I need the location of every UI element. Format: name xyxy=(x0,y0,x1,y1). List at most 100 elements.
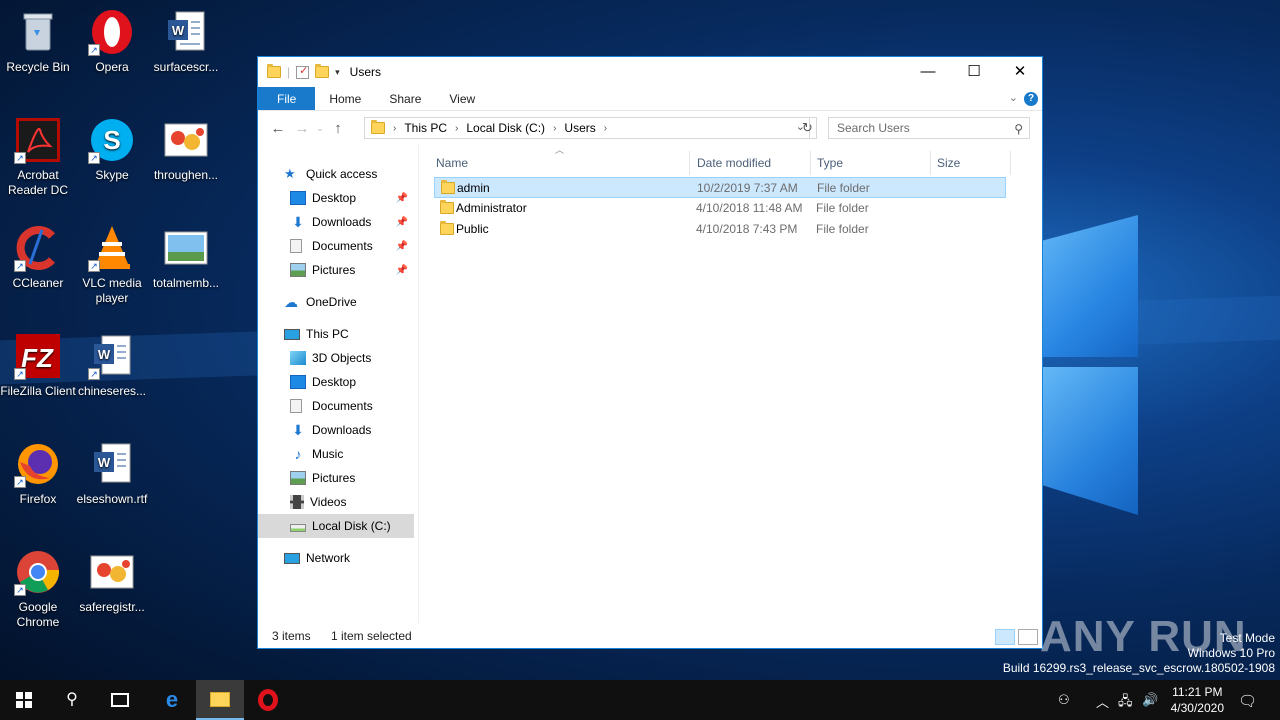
navigation-pane: ★ Quick access Desktop 📌 ⬇ Downloads 📌 D… xyxy=(258,145,418,623)
nav-quick-pictures[interactable]: Pictures 📌 xyxy=(258,258,414,282)
nav-network[interactable]: Network xyxy=(258,546,414,570)
status-bar: 3 items 1 item selected xyxy=(258,624,1042,648)
nav-quick-documents[interactable]: Documents 📌 xyxy=(258,234,414,258)
nav-desktop[interactable]: Desktop xyxy=(258,370,414,394)
nav-local-disk[interactable]: Local Disk (C:) xyxy=(258,514,414,538)
desktop-icon-saferegistr[interactable]: saferegistr... xyxy=(74,548,150,615)
nav-music[interactable]: ♪ Music xyxy=(258,442,414,466)
nav-documents[interactable]: Documents xyxy=(258,394,414,418)
breadcrumb-separator-icon[interactable]: › xyxy=(455,123,458,134)
folder-icon xyxy=(440,200,454,214)
nav-label: Videos xyxy=(310,495,347,509)
desktop-icon-chineseres[interactable]: W ↗ chineseres... xyxy=(74,332,150,399)
column-header-date-modified[interactable]: Date modified xyxy=(691,151,811,175)
help-icon[interactable]: ? xyxy=(1024,92,1038,106)
back-arrow-icon[interactable]: ← xyxy=(266,120,290,137)
desktop-icon-label: throughen... xyxy=(153,168,219,182)
tab-home[interactable]: Home xyxy=(315,87,375,110)
breadcrumb-local-disk[interactable]: Local Disk (C:) xyxy=(466,121,545,135)
desktop-icon-acrobat[interactable]: ↗ Acrobat Reader DC xyxy=(0,116,76,198)
recent-locations-icon[interactable]: ⌄ xyxy=(314,123,326,134)
breadcrumb-separator-icon[interactable]: › xyxy=(604,123,607,134)
taskbar-edge[interactable]: e xyxy=(148,680,196,720)
tab-share[interactable]: Share xyxy=(375,87,435,110)
breadcrumb-this-pc[interactable]: This PC xyxy=(404,121,447,135)
system-clock[interactable]: 11:21 PM 4/30/2020 xyxy=(1171,684,1224,716)
pane-divider[interactable] xyxy=(418,145,419,623)
address-bar[interactable]: › This PC › Local Disk (C:) › Users › ⌄ xyxy=(364,117,810,139)
desktop-icon-elseshown[interactable]: W elseshown.rtf xyxy=(74,440,150,507)
refresh-icon[interactable]: ↻ xyxy=(799,117,817,139)
taskbar-opera[interactable] xyxy=(244,680,292,720)
tab-view[interactable]: View xyxy=(435,87,489,110)
desktop-icon-vlc[interactable]: ↗ VLC media player xyxy=(74,224,150,306)
search-input[interactable]: Search Users ⚲ xyxy=(828,117,1030,139)
nav-quick-access[interactable]: ★ Quick access xyxy=(258,162,414,186)
column-header-type[interactable]: Type xyxy=(811,151,931,175)
file-explorer-icon xyxy=(210,692,230,708)
desktop-icon-skype[interactable]: S ↗ Skype xyxy=(74,116,150,183)
taskbar-file-explorer[interactable] xyxy=(196,680,244,720)
desktop-icon-ccleaner[interactable]: ↗ CCleaner xyxy=(0,224,76,291)
nav-quick-desktop[interactable]: Desktop 📌 xyxy=(258,186,414,210)
show-hidden-icons-chevron-icon[interactable]: ︿ xyxy=(1096,692,1109,711)
nav-onedrive[interactable]: ☁ OneDrive xyxy=(258,290,414,314)
desktop-icon-filezilla[interactable]: FZ ↗ FileZilla Client xyxy=(0,332,76,399)
search-icon[interactable]: ⚲ xyxy=(1014,119,1023,139)
desktop-icon-label: VLC media player xyxy=(82,276,142,305)
volume-icon[interactable]: 🔊 xyxy=(1142,692,1158,708)
up-arrow-icon[interactable]: ↑ xyxy=(326,120,350,137)
desktop-icon-firefox[interactable]: ↗ Firefox xyxy=(0,440,76,507)
svg-text:W: W xyxy=(172,23,185,38)
minimize-button[interactable]: — xyxy=(905,57,951,87)
tab-file[interactable]: File xyxy=(258,87,316,110)
pin-icon[interactable]: 📌 xyxy=(396,217,408,228)
properties-icon[interactable]: ✓ xyxy=(296,65,310,79)
nav-downloads[interactable]: ⬇ Downloads xyxy=(258,418,414,442)
nav-quick-downloads[interactable]: ⬇ Downloads 📌 xyxy=(258,210,414,234)
shortcut-arrow-icon: ↗ xyxy=(88,152,100,164)
search-button[interactable]: ⚲ xyxy=(48,680,96,720)
action-center-icon[interactable]: 🗨 xyxy=(1238,692,1257,710)
nav-pictures[interactable]: Pictures xyxy=(258,466,414,490)
expand-ribbon-icon[interactable]: ⌄ xyxy=(1009,91,1018,104)
close-button[interactable]: ✕ xyxy=(997,57,1043,87)
shortcut-arrow-icon: ↗ xyxy=(88,260,100,272)
desktop-icon-chrome[interactable]: ↗ Google Chrome xyxy=(0,548,76,630)
desktop-icon-totalmemb[interactable]: totalmemb... xyxy=(148,224,224,291)
start-button[interactable] xyxy=(0,680,48,720)
network-status-icon[interactable]: 🖧 xyxy=(1118,692,1133,714)
desktop-icon-recycle-bin[interactable]: Recycle Bin xyxy=(0,8,76,75)
breadcrumb-users[interactable]: Users xyxy=(564,121,595,135)
pin-icon[interactable]: 📌 xyxy=(396,193,408,204)
qat-dropdown-icon[interactable]: ▾ xyxy=(335,67,340,78)
firefox-icon: ↗ xyxy=(14,440,62,488)
nav-label: Downloads xyxy=(312,215,372,229)
breadcrumb-separator-icon[interactable]: › xyxy=(553,123,556,134)
nav-this-pc[interactable]: This PC xyxy=(258,322,414,346)
people-icon[interactable]: ⚇ xyxy=(1058,692,1070,708)
desktop-icon-throughen[interactable]: throughen... xyxy=(148,116,224,183)
nav-videos[interactable]: Videos xyxy=(258,490,414,514)
column-header-name[interactable]: Name xyxy=(430,151,690,175)
task-view-button[interactable] xyxy=(96,680,144,720)
nav-label: OneDrive xyxy=(306,295,357,309)
separator: | xyxy=(287,65,291,79)
maximize-button[interactable]: ☐ xyxy=(951,57,997,87)
breadcrumb-separator-icon[interactable]: › xyxy=(393,123,396,134)
file-explorer-window[interactable]: | ✓ ▾ Users — ☐ ✕ File Home Share View ⌄… xyxy=(257,56,1043,649)
image-file-icon xyxy=(162,224,210,272)
pin-icon[interactable]: 📌 xyxy=(396,265,408,276)
desktop-icon-label: chineseres... xyxy=(77,384,147,398)
pin-icon[interactable]: 📌 xyxy=(396,241,408,252)
desktop-icon-opera[interactable]: ↗ Opera xyxy=(74,8,150,75)
desktop-icon-surfacescr[interactable]: W surfacescr... xyxy=(148,8,224,75)
file-row-admin[interactable]: admin 10/2/2019 7:37 AM File folder xyxy=(434,177,1006,198)
file-row-administrator[interactable]: Administrator 4/10/2018 11:48 AM File fo… xyxy=(434,198,1006,219)
file-row-public[interactable]: Public 4/10/2018 7:43 PM File folder xyxy=(434,219,1006,240)
forward-arrow-icon[interactable]: → xyxy=(290,120,314,137)
new-folder-icon[interactable] xyxy=(315,64,330,78)
nav-3d-objects[interactable]: 3D Objects xyxy=(258,346,414,370)
column-header-size[interactable]: Size xyxy=(931,151,1011,175)
title-bar[interactable]: | ✓ ▾ Users — ☐ ✕ xyxy=(258,57,1042,87)
